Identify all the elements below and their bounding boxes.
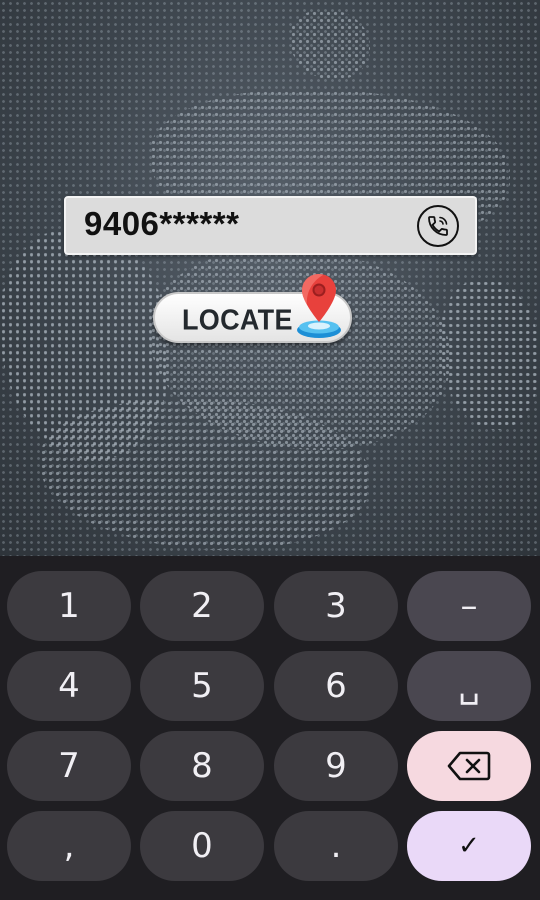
- key-7[interactable]: 7: [7, 731, 131, 801]
- enter-check-key[interactable]: ✓: [407, 811, 531, 881]
- key-9[interactable]: 9: [274, 731, 398, 801]
- key-1[interactable]: 1: [7, 571, 131, 641]
- phone-call-icon[interactable]: [417, 204, 459, 247]
- key-space[interactable]: ␣: [407, 651, 531, 721]
- backspace-key[interactable]: [407, 731, 531, 801]
- numeric-keyboard: 1 2 3 – 4 5 6 ␣ 7 8 9 , 0 . ✓: [0, 556, 540, 900]
- locate-button[interactable]: LOCATE: [153, 274, 352, 343]
- key-2[interactable]: 2: [140, 571, 264, 641]
- phone-number-value: 9406******: [84, 205, 240, 242]
- key-comma[interactable]: ,: [7, 811, 131, 881]
- key-4[interactable]: 4: [7, 651, 131, 721]
- locate-button-label: LOCATE: [182, 304, 293, 336]
- key-period[interactable]: .: [274, 811, 398, 881]
- world-map-background: [0, 0, 540, 556]
- key-dash[interactable]: –: [407, 571, 531, 641]
- key-6[interactable]: 6: [274, 651, 398, 721]
- backspace-icon: [447, 751, 491, 781]
- key-8[interactable]: 8: [140, 731, 264, 801]
- key-5[interactable]: 5: [140, 651, 264, 721]
- phone-handset-icon: [428, 215, 448, 236]
- map-pin-icon: [297, 274, 341, 338]
- key-3[interactable]: 3: [274, 571, 398, 641]
- key-0[interactable]: 0: [140, 811, 264, 881]
- phone-number-field[interactable]: 9406******: [64, 196, 477, 255]
